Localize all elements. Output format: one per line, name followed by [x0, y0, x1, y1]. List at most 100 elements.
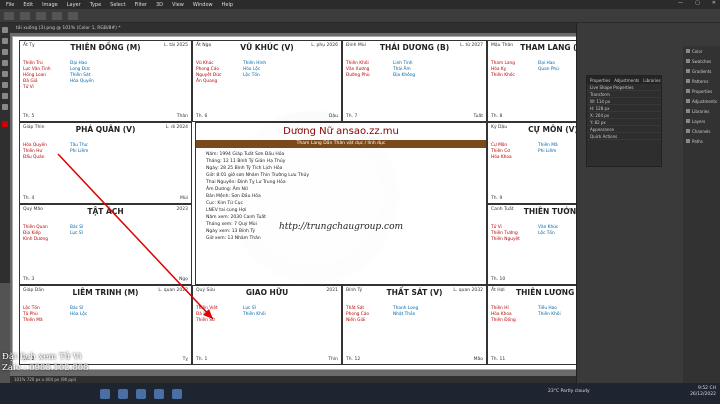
toolbox: [0, 23, 10, 283]
panel-color[interactable]: Color: [683, 46, 720, 56]
star: Thiên Khôi: [538, 312, 561, 317]
panel-layers[interactable]: Layers: [683, 116, 720, 126]
panel-adjustments[interactable]: Adjustments: [683, 96, 720, 106]
star: Niên Giải: [346, 318, 366, 323]
star: Quan Phù: [538, 67, 559, 72]
cell-branch: Tuất: [473, 114, 483, 119]
menu-view[interactable]: View: [172, 2, 184, 8]
eraser-tool-icon[interactable]: [2, 82, 8, 88]
options-bar: [0, 9, 720, 23]
info-row: Âm Dương: Âm Nữ: [206, 187, 248, 192]
properties-tab[interactable]: Properties: [590, 78, 610, 83]
start-icon[interactable]: [100, 388, 110, 399]
lasso-tool-icon[interactable]: [2, 49, 8, 55]
option-button-4[interactable]: [68, 11, 78, 20]
cell-age: Th. 1: [196, 357, 208, 362]
info-row: Bản Mệnh: Sơn Đầu Hỏa: [206, 194, 261, 199]
properties-row[interactable]: X: 204 px: [587, 112, 661, 119]
close-button[interactable]: ✕: [712, 0, 716, 6]
brush-tool-icon[interactable]: [2, 71, 8, 77]
libraries-tab[interactable]: Libraries: [643, 78, 660, 83]
panel-swatches[interactable]: Swatches: [683, 56, 720, 66]
chart-subtitle: Tham Lang Dần Thân vật dục / lính dục: [196, 140, 486, 148]
system-clock[interactable]: 9:52 CH 26/12/2022: [690, 386, 716, 398]
option-button-1[interactable]: [20, 11, 30, 20]
cell-age: Th. 8: [491, 114, 503, 119]
document-tab[interactable]: tải xuống (3).png @ 101% (Color 1, RGB/8…: [10, 23, 576, 33]
cell-age: Th. 10: [491, 277, 506, 282]
browser-icon[interactable]: [154, 388, 164, 399]
website-url: http://trungchaugroup.com: [278, 222, 404, 232]
star: Địa Không: [393, 73, 416, 78]
menu-edit[interactable]: Edit: [23, 2, 33, 8]
maximize-button[interactable]: ▢: [695, 0, 700, 6]
cell-age: Th. 5: [23, 114, 35, 119]
window-controls: — ▢ ✕: [678, 0, 716, 6]
cell-branch: Tỵ: [182, 357, 188, 362]
info-row: Tháng: 12 11 Bính Tý Giản Hạ Thủy: [206, 159, 286, 164]
type-tool-icon[interactable]: [2, 93, 8, 99]
promo-overlay: Đặt lịch xem Tử Vi Zalo : 0983.102.808: [2, 352, 89, 374]
minimize-button[interactable]: —: [678, 0, 683, 6]
search-icon[interactable]: [118, 388, 128, 399]
taskbar: 23°C Partly cloudy 9:52 CH 26/12/2022: [0, 383, 720, 404]
star: Nhật Thần: [393, 312, 416, 317]
info-row: LNEV tai cung Hợi: [206, 208, 247, 213]
properties-row: Live Shape Properties: [587, 84, 661, 91]
cell-branch: Dậu: [328, 114, 338, 119]
properties-row[interactable]: H: 128 px: [587, 105, 661, 112]
menu-type[interactable]: Type: [90, 2, 101, 8]
cell-branch: Mão: [473, 357, 483, 362]
menu-filter[interactable]: Filter: [135, 2, 147, 8]
star: Phi Liêm: [538, 149, 557, 154]
cell-branch: Thìn: [328, 357, 338, 362]
tool-preset-button[interactable]: [4, 11, 14, 20]
crop-tool-icon[interactable]: [2, 60, 8, 66]
explorer-icon[interactable]: [136, 388, 146, 399]
properties-row: Transform: [587, 91, 661, 98]
info-row: Ngày: 28 25 Bính Tý Tích Lịch Hỏa: [206, 166, 283, 171]
marquee-tool-icon[interactable]: [2, 38, 8, 44]
star: Lộc Tồn: [538, 231, 555, 236]
properties-row[interactable]: W: 114 px: [587, 98, 661, 105]
star: Tử Vi: [23, 85, 34, 90]
menu-file[interactable]: File: [6, 2, 14, 8]
info-row: Năm xem: 2030 Canh Tuất: [206, 215, 266, 220]
panel-patterns[interactable]: Patterns: [683, 76, 720, 86]
adjustments-tab[interactable]: Adjustments: [614, 78, 639, 83]
menu-bar: File Edit Image Layer Type Select Filter…: [0, 0, 720, 9]
menu-select[interactable]: Select: [110, 2, 125, 8]
properties-row[interactable]: Y: 82 px: [587, 119, 661, 126]
cell-title: THẤT SÁT (V): [386, 288, 443, 297]
foreground-color-swatch[interactable]: [2, 121, 8, 127]
promo-phone: Zalo : 0983.102.808: [2, 363, 89, 373]
menu-window[interactable]: Window: [193, 2, 213, 8]
menu-3d[interactable]: 3D: [156, 2, 163, 8]
panel-gradients[interactable]: Gradients: [683, 66, 720, 76]
panel-paths[interactable]: Paths: [683, 136, 720, 146]
chart-title: Dương Nữ ansao.zz.mu: [283, 126, 399, 137]
document-canvas[interactable]: Ất Tỵ L. tài 2025 THIÊN ĐỒNG (M) Thiên T…: [12, 36, 626, 370]
menu-layer[interactable]: Layer: [67, 2, 81, 8]
option-button-3[interactable]: [52, 11, 62, 20]
menu-image[interactable]: Image: [42, 2, 58, 8]
move-tool-icon[interactable]: [2, 27, 8, 33]
panel-channels[interactable]: Channels: [683, 126, 720, 136]
cell-age: Th. 11: [491, 357, 506, 362]
cell-age: Th. 6: [196, 114, 208, 119]
weather-widget[interactable]: 23°C Partly cloudy: [548, 389, 590, 394]
panel-properties[interactable]: Properties: [683, 86, 720, 96]
cell-age: Th. 4: [23, 196, 35, 201]
info-row: Năm: 1994 Giáp Tuất Sơn Đầu Hỏa: [206, 152, 285, 157]
cell-age: Th. 12: [346, 357, 361, 362]
panel-libraries[interactable]: Libraries: [683, 106, 720, 116]
cell-branch: Thân: [176, 114, 188, 119]
palace-cell: Đinh Mùi L. tử 2027 THÁI DƯƠNG (B) Thiên…: [342, 40, 487, 122]
menu-help[interactable]: Help: [222, 2, 233, 8]
info-row: Thai Nguyên: Đinh Tỵ Lư Trung Hỏa: [206, 180, 286, 185]
info-row: Cục: Kim Tứ Cục: [206, 201, 243, 206]
shape-tool-icon[interactable]: [2, 104, 8, 110]
cell-title: THÁI DƯƠNG (B): [379, 43, 450, 52]
photoshop-icon[interactable]: [172, 388, 182, 399]
option-button-2[interactable]: [36, 11, 46, 20]
